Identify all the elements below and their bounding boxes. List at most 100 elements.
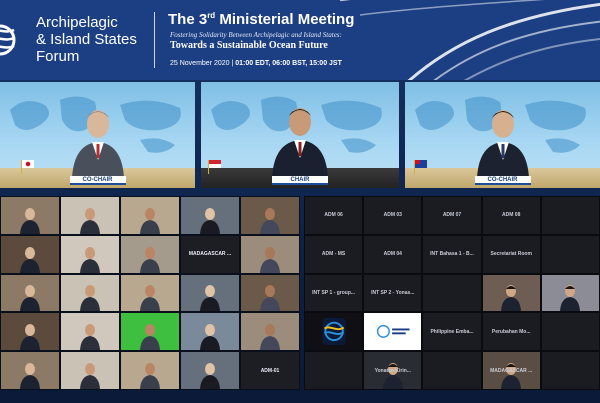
speaker-panel-co-chair-right: CO-CHAIR [405, 82, 600, 188]
participant-video-tile[interactable]: ADM - MS [304, 234, 364, 274]
participant-video-tile[interactable] [240, 312, 300, 352]
conference-screen: Archipelagic & Island States Forum The 3… [0, 0, 600, 403]
meeting-theme: Towards a Sustainable Ocean Future [170, 40, 328, 51]
speaker-panel-chair: CHAIR [201, 82, 399, 188]
participant-video-tile[interactable] [540, 196, 600, 235]
participant-avatar [200, 207, 220, 234]
footer-bar [0, 392, 600, 403]
participant-name-label: ADM 08 [502, 212, 521, 219]
participant-video-tile[interactable] [180, 273, 240, 313]
participant-video-tile[interactable] [240, 234, 300, 274]
forum-logo-icon [0, 24, 16, 56]
participant-video-tile[interactable]: ADM 04 [363, 234, 423, 274]
flag-icon [208, 160, 221, 174]
participant-name-label: ADM 04 [383, 251, 402, 258]
meeting-title: The 3rd Ministerial Meeting [168, 11, 355, 28]
forum-logo-icon [322, 318, 346, 346]
participant-video-tile[interactable] [540, 273, 600, 313]
participant-video-tile[interactable]: ADM 03 [363, 196, 423, 235]
participant-video-tile[interactable]: ADM 06 [304, 196, 364, 235]
participant-video-tile[interactable]: INT SP 2 - Yonas... [363, 273, 423, 313]
participant-video-tile[interactable] [180, 312, 240, 352]
organization-logo-icon [377, 325, 410, 339]
participant-video-tile[interactable] [422, 351, 482, 390]
participant-video-tile[interactable] [120, 351, 180, 390]
participant-video-tile[interactable]: MADAGASCAR ... [180, 234, 240, 274]
participant-video-tile[interactable] [120, 312, 180, 352]
participant-video-tile[interactable] [540, 234, 600, 274]
forum-title-line3: Forum [36, 48, 80, 65]
participant-name-label: INT SP 1 - group... [312, 289, 356, 296]
nameplate: CO-CHAIR [69, 176, 126, 185]
participant-avatar [20, 207, 40, 234]
participant-video-tile[interactable]: Philippine Emba... [422, 312, 482, 352]
participant-video-tile[interactable]: ADM 07 [422, 196, 482, 235]
participant-video-tile[interactable] [60, 351, 120, 390]
participant-video-tile[interactable]: INT Bahasa 1 - B... [422, 234, 482, 274]
participant-avatar [200, 362, 220, 389]
participant-name-label: Secretariat Room [490, 251, 532, 258]
participant-name-label: MADAGASCAR ... [188, 251, 232, 258]
participant-video-tile[interactable] [0, 273, 60, 313]
participant-avatar [80, 246, 100, 273]
participant-video-tile[interactable] [304, 351, 364, 390]
participant-video-tile[interactable] [180, 351, 240, 390]
nameplate: CHAIR [272, 176, 328, 185]
participant-video-tile[interactable]: ADM 08 [481, 196, 541, 235]
participant-video-tile[interactable] [0, 196, 60, 235]
participant-name-label: ADM 06 [324, 212, 343, 219]
speaker-avatar [272, 108, 328, 178]
participant-video-tile[interactable] [363, 312, 423, 352]
header-divider [154, 12, 155, 68]
speaker-panel-co-chair-left: CO-CHAIR [0, 82, 195, 188]
participant-video-tile[interactable] [540, 351, 600, 390]
participant-avatar [20, 362, 40, 389]
participant-video-tile[interactable] [540, 312, 600, 352]
participant-avatar [501, 285, 522, 312]
participant-avatar [260, 207, 280, 234]
participant-video-tile[interactable] [0, 312, 60, 352]
forum-title: Archipelagic & Island States Forum [36, 14, 166, 65]
participant-video-tile[interactable] [240, 196, 300, 235]
participant-avatar [80, 362, 100, 389]
participant-video-tile[interactable] [60, 273, 120, 313]
participant-avatar [140, 285, 160, 312]
participant-avatar [260, 246, 280, 273]
forum-title-line2: & Island States [36, 31, 137, 48]
participant-video-tile[interactable]: MADAGASCAR ... [481, 351, 541, 390]
participant-video-tile[interactable] [304, 312, 364, 352]
participant-video-tile[interactable]: ADM-01 [240, 351, 300, 390]
participant-video-tile[interactable] [0, 234, 60, 274]
participant-video-tile[interactable] [180, 196, 240, 235]
participant-video-tile[interactable]: Secretariat Room [481, 234, 541, 274]
participant-avatar [260, 324, 280, 351]
participant-video-tile[interactable]: Yonatan Kirin... [363, 351, 423, 390]
participant-avatar [200, 285, 220, 312]
participant-avatar [260, 285, 280, 312]
participant-video-tile[interactable] [60, 234, 120, 274]
participant-name-label: INT SP 2 - Yonas... [371, 289, 415, 296]
participant-video-tile[interactable] [422, 273, 482, 313]
participant-avatar [140, 246, 160, 273]
participant-video-tile[interactable] [0, 351, 60, 390]
participant-video-tile[interactable] [60, 196, 120, 235]
participant-video-tile[interactable] [60, 312, 120, 352]
participant-avatar [140, 207, 160, 234]
participant-avatar [140, 362, 160, 389]
participant-video-tile[interactable] [120, 273, 180, 313]
participant-video-tile[interactable] [120, 234, 180, 274]
participant-grid-left: MADAGASCAR ... ADM-01 [0, 196, 300, 390]
meeting-date: 25 November 2020 | 01:00 EDT, 06:00 BST,… [170, 60, 342, 67]
participant-name-label: Yonatan Kirin... [374, 367, 411, 374]
participant-avatar [382, 362, 403, 389]
participant-video-tile[interactable] [481, 273, 541, 313]
participant-video-tile[interactable]: Perubahan Mo... [481, 312, 541, 352]
nameplate: CO-CHAIR [474, 176, 531, 185]
participant-video-tile[interactable] [240, 273, 300, 313]
participant-video-tile[interactable] [120, 196, 180, 235]
participant-name-label: Philippine Emba... [430, 328, 474, 335]
participant-video-tile[interactable]: INT SP 1 - group... [304, 273, 364, 313]
participant-avatar [20, 246, 40, 273]
forum-title-line1: Archipelagic [36, 14, 118, 31]
speaker-avatar [476, 110, 529, 178]
